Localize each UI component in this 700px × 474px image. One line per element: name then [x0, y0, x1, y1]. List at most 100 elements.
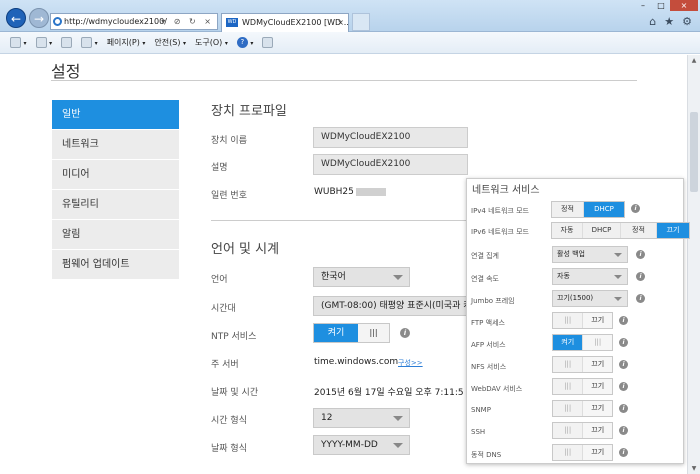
info-icon[interactable]: i [619, 426, 628, 435]
jumbo-frame-select[interactable]: 끄기(1500) [552, 290, 628, 307]
ddns-state: 끄기 [582, 445, 612, 460]
home-toolbar-icon[interactable]: ▾ [10, 37, 27, 48]
window-controls: – □ × [634, 0, 698, 11]
ipv4-option-static[interactable]: 정적 [552, 202, 584, 217]
forward-arrow-icon[interactable]: → [29, 8, 49, 28]
browser-tab[interactable]: WD WDMyCloudEX2100 [WD ... × [221, 13, 349, 32]
afp-service-label: AFP 서비스 [471, 341, 506, 349]
nfs-state: 끄기 [582, 357, 612, 372]
new-tab-button[interactable] [352, 13, 370, 31]
command-bar: ▾ ▾ ▾ 페이지(P) ▾ 안전(S) ▾ 도구(O) ▾ ? ▾ [0, 32, 700, 54]
info-icon[interactable]: i [619, 360, 628, 369]
snmp-state: 끄기 [582, 401, 612, 416]
language-select[interactable]: 한국어 [313, 267, 410, 287]
ssh-label: SSH [471, 428, 486, 436]
maximize-button[interactable]: □ [652, 0, 670, 11]
configure-link[interactable]: 구성>> [398, 358, 423, 368]
datetime-value: 2015년 6월 17일 수요일 오후 7:11:5 [314, 388, 464, 398]
afp-state: 켜기 [553, 335, 583, 350]
chevron-down-icon [614, 275, 622, 279]
scroll-down-arrow-icon[interactable]: ▼ [688, 465, 700, 472]
close-window-button[interactable]: × [670, 0, 698, 11]
sidebar-item-firmware-update[interactable]: 펌웨어 업데이트 [52, 250, 179, 280]
chevron-down-icon [614, 297, 622, 301]
info-icon[interactable]: i [636, 294, 645, 303]
description-field[interactable]: WDMyCloudEX2100 [313, 154, 468, 175]
back-arrow-icon[interactable]: ← [6, 8, 26, 28]
addon-icon[interactable] [262, 37, 274, 48]
timezone-label: 시간대 [211, 304, 236, 314]
snmp-toggle[interactable]: ||| 끄기 [552, 400, 613, 417]
chevron-down-icon [393, 416, 403, 421]
primary-server-label: 주 서버 [211, 360, 239, 370]
link-speed-select[interactable]: 자동 [552, 268, 628, 285]
afp-service-toggle[interactable]: 켜기 ||| [552, 334, 613, 351]
device-name-field[interactable]: WDMyCloudEX2100 [313, 127, 468, 148]
toggle-handle: ||| [553, 357, 583, 372]
sidebar-item-network[interactable]: 네트워크 [52, 130, 179, 160]
safety-menu[interactable]: 안전(S) ▾ [154, 37, 186, 48]
ipv6-option-off[interactable]: 끄기 [657, 223, 689, 238]
ftp-access-toggle[interactable]: ||| 끄기 [552, 312, 613, 329]
minimize-button[interactable]: – [634, 0, 652, 11]
ssh-toggle[interactable]: ||| 끄기 [552, 422, 613, 439]
sidebar-item-media[interactable]: 미디어 [52, 160, 179, 190]
favorites-star-icon[interactable]: ★ [664, 15, 674, 28]
home-icon[interactable]: ⌂ [649, 15, 656, 28]
settings-gear-icon[interactable]: ⚙ [682, 15, 692, 28]
print-icon[interactable]: ▾ [81, 37, 98, 48]
ipv6-option-dhcp[interactable]: DHCP [583, 223, 621, 238]
sidebar-item-notifications[interactable]: 알림 [52, 220, 179, 250]
section-divider [211, 220, 476, 221]
toggle-handle: ||| [553, 445, 583, 460]
ipv6-option-static[interactable]: 정적 [621, 223, 657, 238]
info-icon[interactable]: i [619, 382, 628, 391]
ipv4-mode-selector[interactable]: 정적 DHCP [551, 201, 625, 218]
vertical-scrollbar[interactable]: ▲ ▼ [687, 55, 700, 474]
sidebar-item-utilities[interactable]: 유틸리티 [52, 190, 179, 220]
link-aggregation-select[interactable]: 활성 백업 [552, 246, 628, 263]
ipv6-option-auto[interactable]: 자동 [552, 223, 583, 238]
toggle-handle: ||| [553, 313, 583, 328]
scroll-up-arrow-icon[interactable]: ▲ [688, 57, 700, 64]
jumbo-frame-label: Jumbo 프레임 [471, 297, 515, 305]
ntp-on-label: 켜기 [314, 324, 358, 342]
info-icon[interactable]: i [619, 338, 628, 347]
tools-menu[interactable]: 도구(O) ▾ [195, 37, 228, 48]
dynamic-dns-toggle[interactable]: ||| 끄기 [552, 444, 613, 461]
info-icon[interactable]: i [400, 328, 410, 338]
serial-value: WUBH25 [314, 187, 386, 197]
address-controls[interactable]: ▾ ⊘ ↻ × [161, 14, 214, 29]
scroll-thumb[interactable] [690, 112, 698, 192]
info-icon[interactable]: i [636, 272, 645, 281]
ipv4-option-dhcp[interactable]: DHCP [584, 202, 624, 217]
feeds-icon[interactable]: ▾ [35, 37, 52, 48]
ipv6-mode-selector[interactable]: 자동 DHCP 정적 끄기 [551, 222, 690, 239]
tab-title: WDMyCloudEX2100 [WD ... [242, 18, 349, 27]
ipv4-mode-label: IPv4 네트워크 모드 [471, 207, 529, 215]
info-icon[interactable]: i [619, 448, 628, 457]
chevron-down-icon [393, 275, 403, 280]
link-aggregation-label: 연결 집계 [471, 252, 499, 260]
time-format-select[interactable]: 12 [313, 408, 410, 428]
mail-icon[interactable] [61, 37, 73, 48]
ntp-toggle[interactable]: 켜기 ||| [313, 323, 390, 343]
page-menu[interactable]: 페이지(P) ▾ [107, 37, 146, 48]
network-services-title: 네트워크 서비스 [472, 185, 540, 196]
webdav-service-toggle[interactable]: ||| 끄기 [552, 378, 613, 395]
sidebar-item-general[interactable]: 일반 [52, 100, 179, 130]
address-text: http://wdmycloudex2100/ [64, 17, 167, 26]
info-icon[interactable]: i [636, 250, 645, 259]
timezone-select[interactable]: (GMT-08:00) 태평양 표준시(미국과 캐 [313, 296, 468, 316]
title-divider [51, 80, 637, 81]
toggle-handle: ||| [553, 401, 583, 416]
tab-close-icon[interactable]: × [337, 14, 344, 31]
device-name-label: 장치 이름 [211, 136, 247, 146]
help-menu[interactable]: ? ▾ [236, 37, 253, 48]
info-icon[interactable]: i [619, 316, 628, 325]
address-bar[interactable]: http://wdmycloudex2100/ ▾ ⊘ ↻ × [50, 13, 218, 30]
info-icon[interactable]: i [631, 204, 640, 213]
info-icon[interactable]: i [619, 404, 628, 413]
nfs-service-toggle[interactable]: ||| 끄기 [552, 356, 613, 373]
date-format-select[interactable]: YYYY-MM-DD [313, 435, 410, 455]
